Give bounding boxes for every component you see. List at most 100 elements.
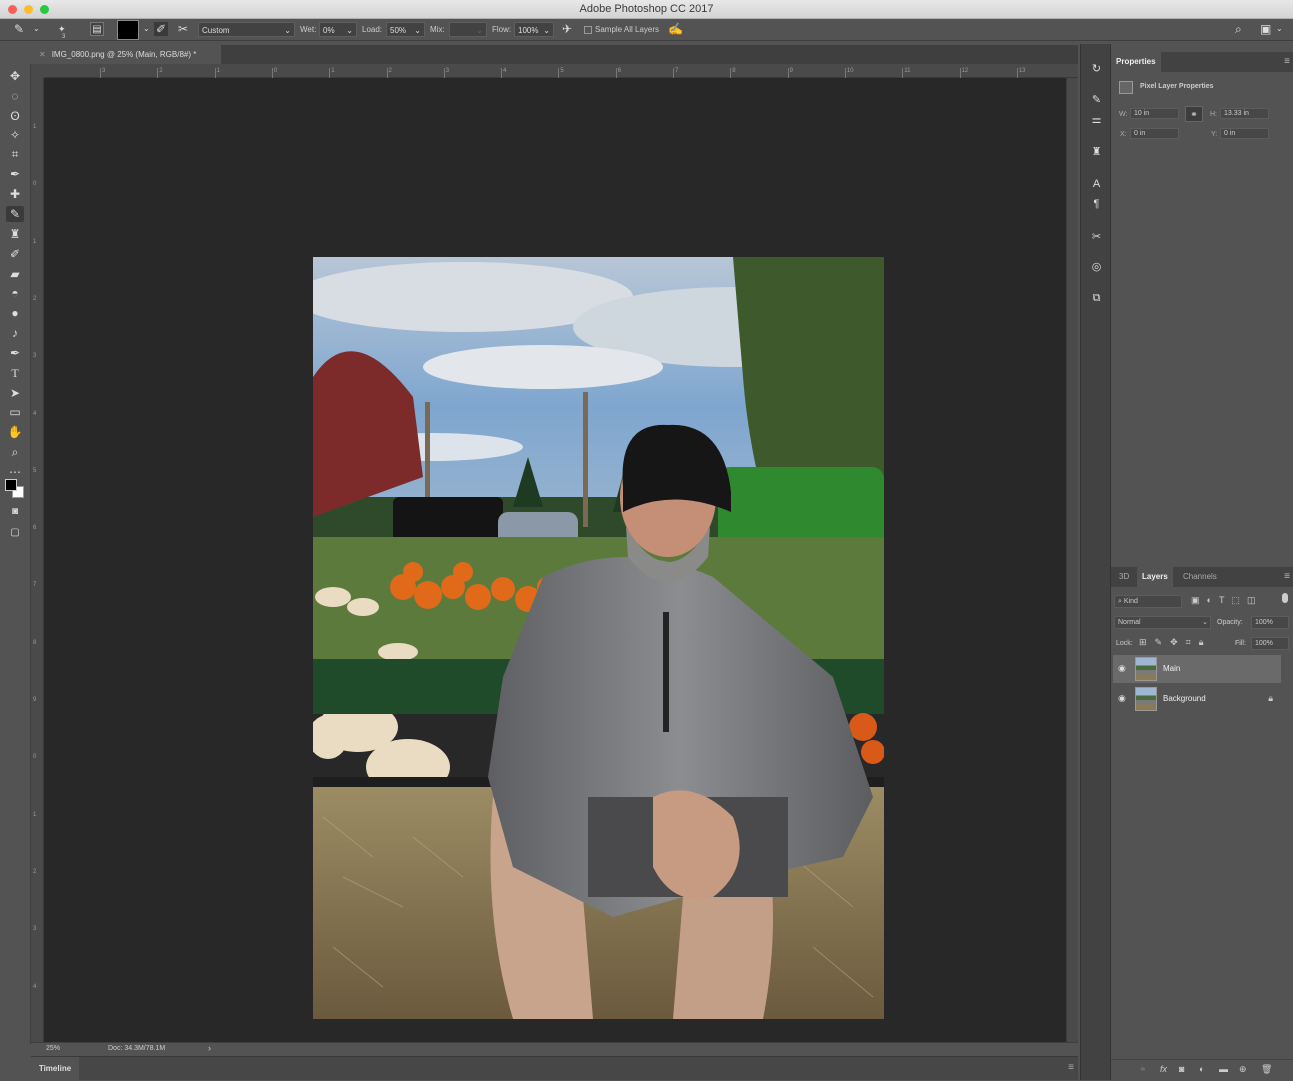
- y-position-field[interactable]: 0 in: [1220, 128, 1269, 139]
- link-layers-icon[interactable]: ⚭: [1139, 1064, 1147, 1075]
- filter-toggle-icon[interactable]: [1282, 593, 1288, 603]
- path-selection-tool-icon[interactable]: ➤: [6, 385, 24, 401]
- horizontal-ruler[interactable]: 3 2 1 0 1 2 3 4 5 6 7 8 9 10 11 12 13: [44, 64, 1078, 78]
- eraser-tool-icon[interactable]: ▰: [6, 266, 24, 282]
- load-field[interactable]: 50% ⌄: [386, 22, 425, 37]
- opacity-field[interactable]: 100%: [1251, 616, 1289, 629]
- x-position-field[interactable]: 0 in: [1130, 128, 1179, 139]
- wet-field[interactable]: 0% ⌄: [319, 22, 357, 37]
- pen-tool-icon[interactable]: ✒: [6, 345, 24, 361]
- hand-tool-icon[interactable]: ✋: [6, 424, 24, 440]
- load-brush-icon[interactable]: ✐: [154, 22, 169, 36]
- new-group-icon[interactable]: ▬: [1219, 1064, 1228, 1074]
- paragraph-panel-icon[interactable]: ¶: [1088, 196, 1105, 213]
- healing-brush-tool-icon[interactable]: ✚: [6, 186, 24, 202]
- mix-preset-select[interactable]: Custom ⌄: [198, 22, 295, 37]
- history-panel-icon[interactable]: ↻: [1088, 61, 1105, 78]
- ruler-tick-label: 1: [214, 68, 220, 78]
- move-tool-icon[interactable]: ✥: [6, 68, 24, 84]
- vertical-scrollbar[interactable]: [1066, 78, 1078, 1042]
- adjustment-layer-icon[interactable]: ◐: [1199, 1064, 1204, 1074]
- vertical-ruler[interactable]: 1 0 1 2 3 4 5 6 7 8 9 0 1 2 3 4: [31, 78, 44, 1044]
- status-menu-arrow[interactable]: ›: [208, 1043, 211, 1053]
- tab-properties[interactable]: Properties: [1111, 52, 1161, 72]
- rectangle-tool-icon[interactable]: ▭: [6, 404, 24, 420]
- width-field[interactable]: 10 in: [1130, 108, 1179, 119]
- mixer-brush-tool-icon[interactable]: ✎: [14, 22, 24, 36]
- brush-panel-icon[interactable]: ✎: [1088, 92, 1105, 109]
- tab-3d[interactable]: 3D: [1114, 567, 1134, 587]
- zoom-level[interactable]: 25%: [46, 1045, 60, 1052]
- character-panel-icon[interactable]: A: [1088, 176, 1105, 193]
- sample-all-layers-checkbox[interactable]: Sample All Layers: [584, 22, 659, 37]
- document-canvas-image[interactable]: [313, 257, 884, 1019]
- panel-menu-icon[interactable]: ≡: [1284, 56, 1290, 67]
- brush-tool-icon[interactable]: ✎: [6, 206, 24, 222]
- workspace-icon[interactable]: ▣: [1260, 22, 1271, 36]
- pressure-size-icon[interactable]: ✍: [668, 22, 683, 36]
- current-brush-color-swatch[interactable]: [117, 20, 139, 40]
- fill-field[interactable]: 100%: [1251, 637, 1289, 650]
- layer-filter-icons[interactable]: ▣◐T⬚◫: [1191, 595, 1262, 606]
- add-mask-icon[interactable]: ◙: [1179, 1064, 1184, 1074]
- ruler-origin[interactable]: [31, 64, 44, 78]
- airbrush-icon[interactable]: ✈: [562, 22, 572, 36]
- marquee-tool-icon[interactable]: ◌: [6, 88, 24, 104]
- tab-layers[interactable]: Layers: [1137, 567, 1173, 587]
- layer-effects-icon[interactable]: fx: [1160, 1064, 1167, 1074]
- libraries-panel-icon[interactable]: ◎: [1088, 259, 1105, 276]
- height-field[interactable]: 13.33 in: [1220, 108, 1269, 119]
- zoom-tool-icon[interactable]: ⌕: [6, 444, 24, 460]
- blur-tool-icon[interactable]: ●: [6, 305, 24, 321]
- close-icon[interactable]: ✕: [39, 50, 46, 59]
- clone-stamp-tool-icon[interactable]: ♜: [6, 226, 24, 242]
- workspace-dropdown-icon[interactable]: ⌄: [1276, 22, 1283, 36]
- quick-mask-icon[interactable]: ◙: [6, 504, 24, 520]
- canvas-pasteboard[interactable]: [44, 78, 1066, 1042]
- layer-filter-kind-select[interactable]: ⌕ Kind: [1114, 595, 1182, 608]
- eyedropper-tool-icon[interactable]: ✒: [6, 166, 24, 182]
- search-icon[interactable]: ⌕: [1235, 22, 1242, 36]
- lasso-tool-icon[interactable]: ʘ: [6, 108, 24, 124]
- tab-channels[interactable]: Channels: [1178, 567, 1222, 587]
- ruler-tick-label: 2: [33, 868, 37, 875]
- quick-selection-tool-icon[interactable]: ✧: [6, 127, 24, 143]
- tool-presets-panel-icon[interactable]: ✂: [1088, 229, 1105, 246]
- ruler-tick-label: 9: [33, 697, 37, 703]
- ruler-tick-label: 10: [844, 68, 854, 78]
- history-brush-tool-icon[interactable]: ✐: [6, 246, 24, 262]
- blend-mode-select[interactable]: Normal ⌄: [1114, 616, 1211, 629]
- clone-source-panel-icon[interactable]: ♜: [1088, 144, 1105, 161]
- trash-icon[interactable]: 🗑︎: [1261, 1064, 1272, 1075]
- clean-brush-icon[interactable]: ✂: [178, 22, 188, 36]
- paint-bucket-tool-icon[interactable]: ◓: [6, 285, 24, 301]
- foreground-color-swatch[interactable]: [5, 479, 17, 491]
- new-layer-icon[interactable]: ⊕: [1239, 1064, 1247, 1075]
- lock-options-icons[interactable]: ⊞✎✥⌗🔒︎: [1139, 637, 1211, 648]
- fill-label: Fill:: [1235, 640, 1246, 647]
- flow-field[interactable]: 100% ⌄: [514, 22, 554, 37]
- swatches-panel-icon[interactable]: ⧉: [1088, 290, 1105, 307]
- swatch-dropdown-icon[interactable]: ⌄: [143, 22, 150, 36]
- brush-panel-icon[interactable]: ▤: [90, 22, 104, 36]
- more-tools-icon[interactable]: ⋯: [6, 464, 24, 480]
- ruler-tick-label: 8: [33, 639, 37, 646]
- eye-icon[interactable]: ◉: [1118, 663, 1126, 674]
- layer-row[interactable]: ◉ Main: [1113, 655, 1281, 683]
- mix-field[interactable]: ⌄: [449, 22, 487, 37]
- tool-preset-dropdown-icon[interactable]: ⌄: [33, 22, 40, 36]
- document-tab[interactable]: ✕ IMG_0800.png @ 25% (Main, RGB/8#) *: [31, 45, 221, 64]
- panel-menu-icon[interactable]: ≡: [1284, 571, 1290, 582]
- link-dimensions-icon[interactable]: ⚭: [1185, 106, 1203, 122]
- dodge-tool-icon[interactable]: ♪: [6, 325, 24, 341]
- x-label: X:: [1120, 131, 1127, 138]
- crop-tool-icon[interactable]: ⌗: [6, 146, 24, 162]
- adjustments-panel-icon[interactable]: ⚌: [1088, 112, 1105, 129]
- panel-menu-icon[interactable]: ≡: [1068, 1062, 1074, 1073]
- right-panel-dock: Properties ≡ Pixel Layer Properties W: 1…: [1110, 44, 1293, 1080]
- type-tool-icon[interactable]: T: [6, 365, 24, 381]
- eye-icon[interactable]: ◉: [1118, 693, 1126, 704]
- layer-row[interactable]: ◉ Background 🔒︎: [1113, 685, 1281, 713]
- screen-mode-icon[interactable]: ▢: [6, 525, 24, 541]
- timeline-tab[interactable]: Timeline: [31, 1057, 79, 1081]
